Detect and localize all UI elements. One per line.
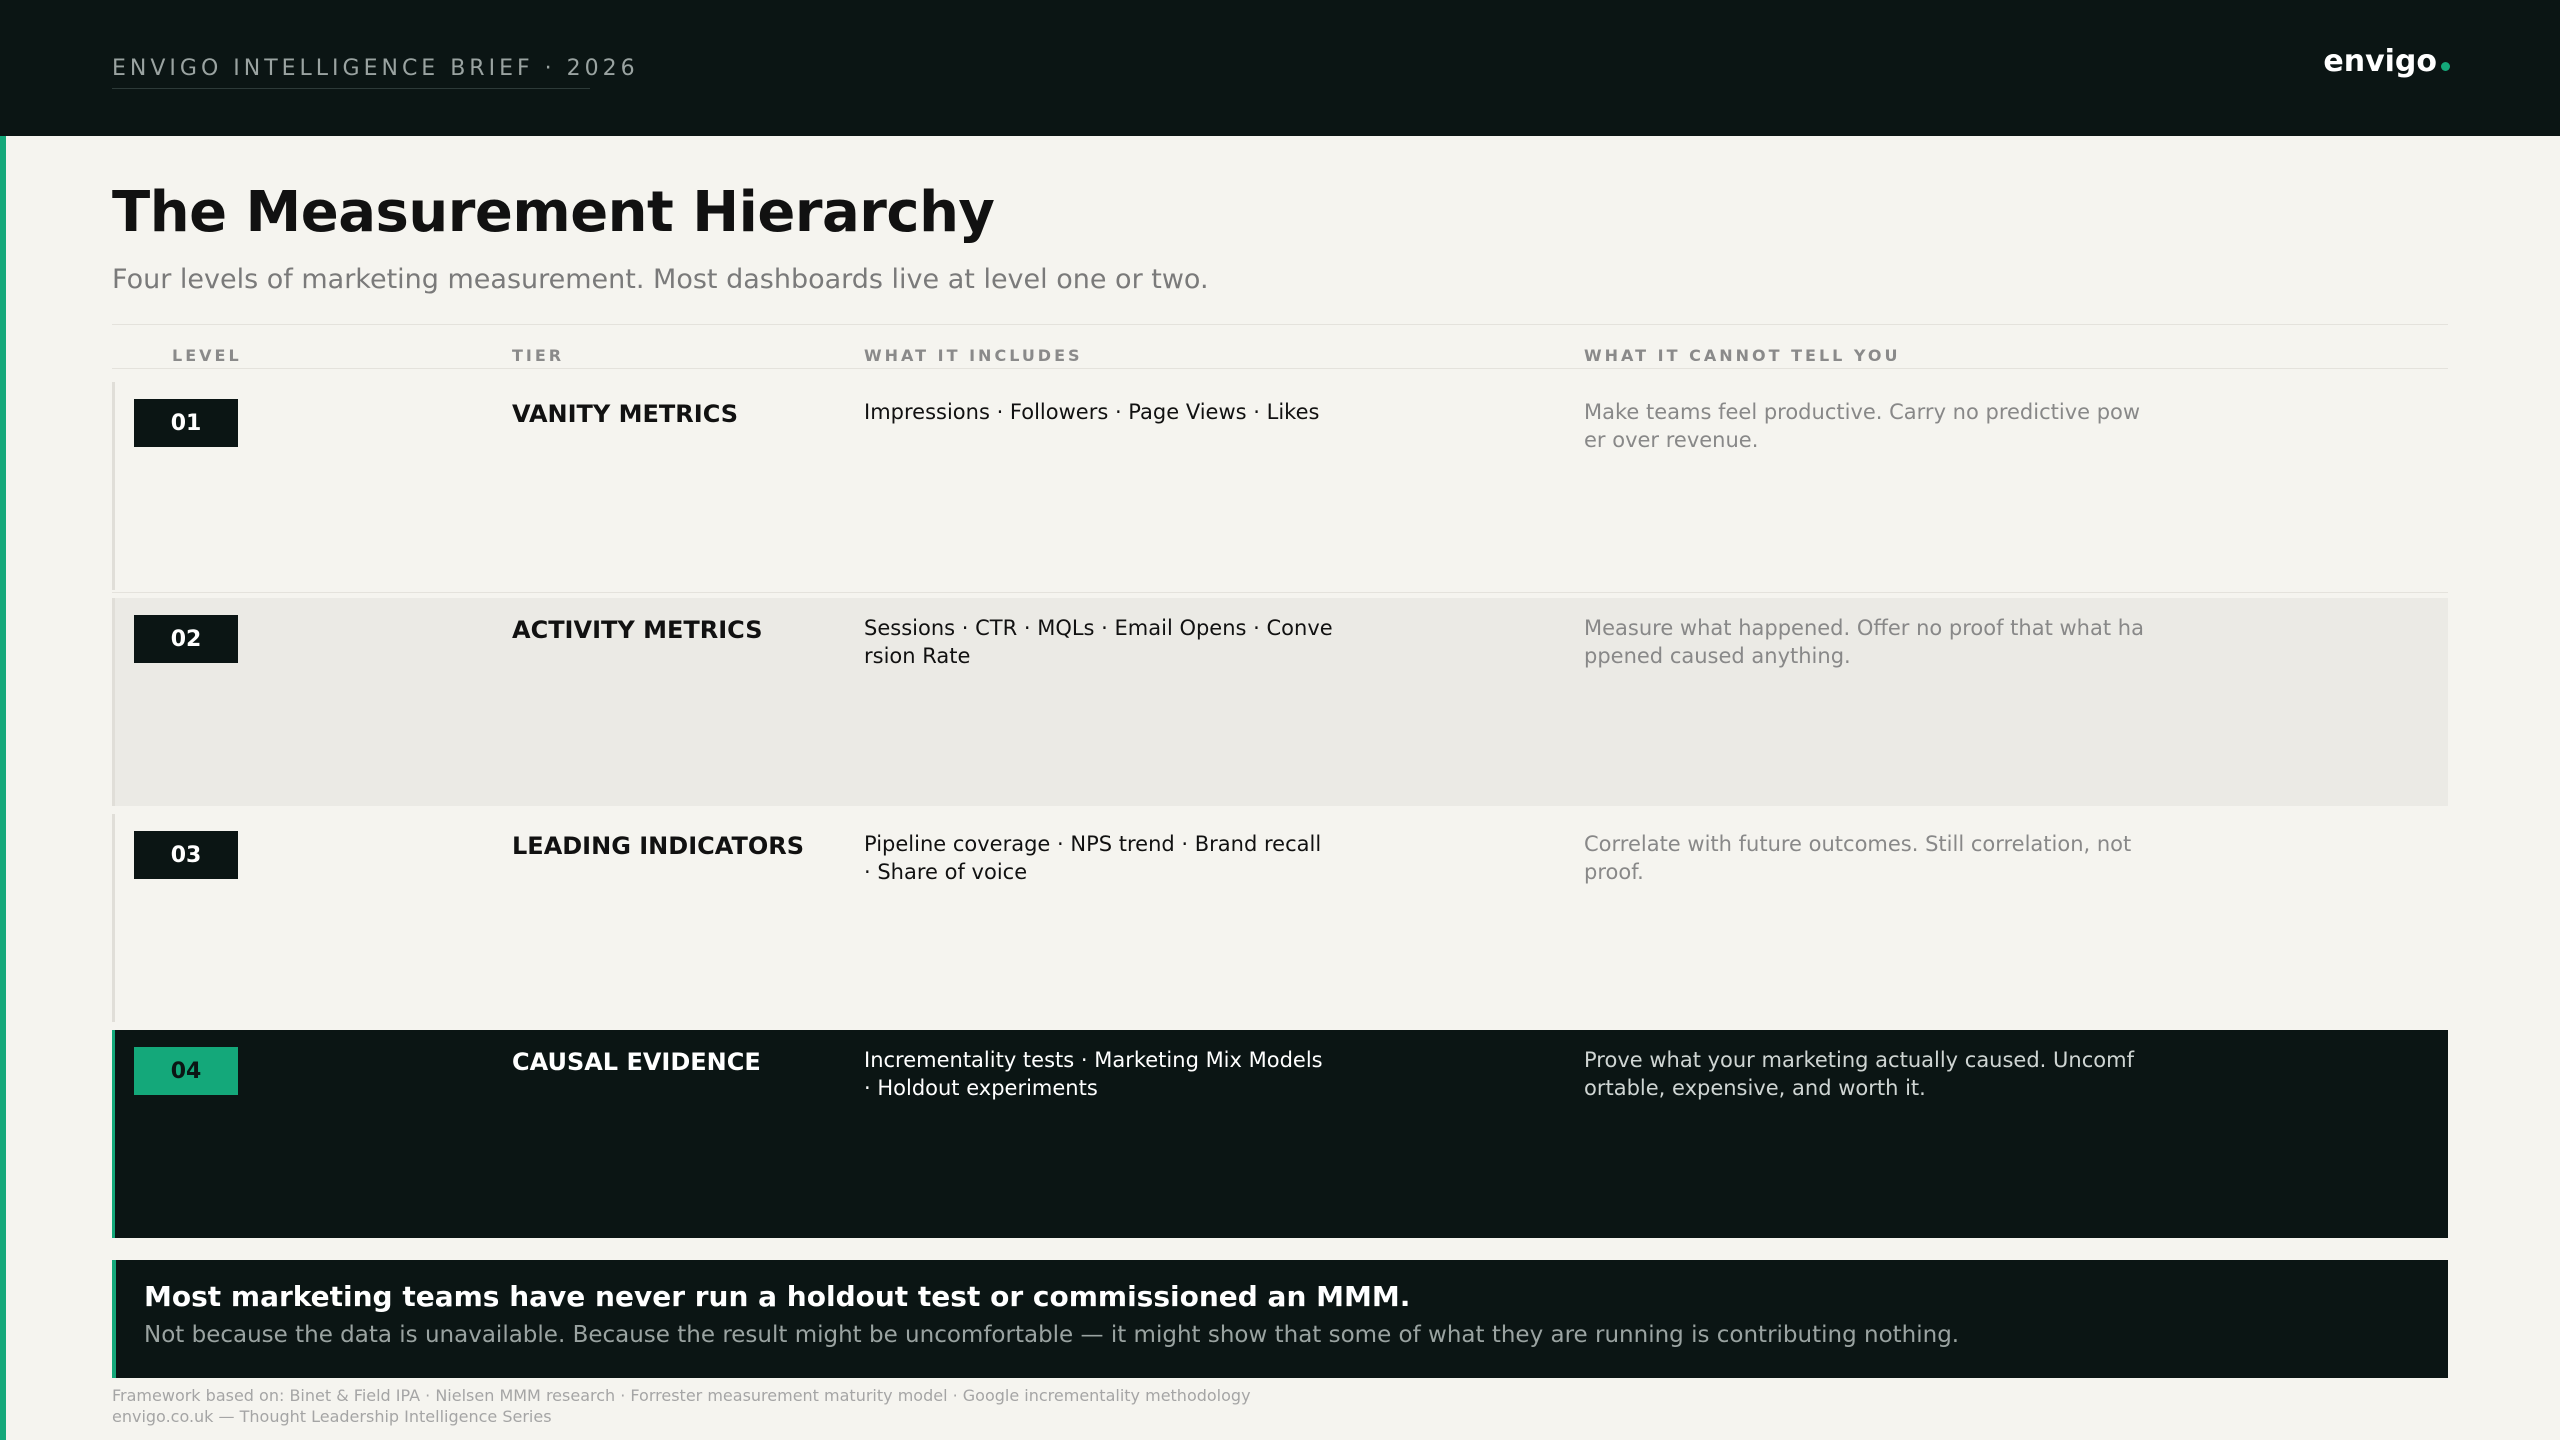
- level-badge: 03: [134, 831, 238, 879]
- row-left-line: [112, 598, 115, 806]
- column-header-level: LEVEL: [172, 346, 242, 365]
- includes-text: Impressions · Followers · Page Views · L…: [864, 400, 1320, 424]
- page-subtitle: Four levels of marketing measurement. Mo…: [112, 264, 1209, 295]
- table-row: 04 CAUSAL EVIDENCE Incrementality tests …: [112, 1030, 2448, 1238]
- table-row: 01 VANITY METRICS Impressions · Follower…: [112, 382, 2448, 590]
- tier-name: LEADING INDICATORS: [512, 832, 804, 860]
- logo-dot-icon: [2441, 62, 2450, 71]
- footer-sources: Framework based on: Binet & Field IPA · …: [112, 1386, 1251, 1405]
- divider-header: [112, 368, 2448, 369]
- callout-left-line: [112, 1260, 116, 1378]
- divider-top: [112, 324, 2448, 325]
- divider-row: [112, 592, 2448, 593]
- cannot-text: Make teams feel productive. Carry no pre…: [1584, 400, 2141, 452]
- level-badge: 04: [134, 1047, 238, 1095]
- includes-text: Sessions · CTR · MQLs · Email Opens · Co…: [864, 616, 1333, 668]
- brief-underline: [112, 88, 590, 89]
- cannot-text: Correlate with future outcomes. Still co…: [1584, 832, 2132, 884]
- brief-label: ENVIGO INTELLIGENCE BRIEF · 2026: [112, 56, 639, 81]
- column-header-tier: TIER: [512, 346, 565, 365]
- tier-name: ACTIVITY METRICS: [512, 616, 763, 644]
- tier-name: CAUSAL EVIDENCE: [512, 1048, 761, 1076]
- footer-credit: envigo.co.uk — Thought Leadership Intell…: [112, 1407, 552, 1426]
- column-header-cannot: WHAT IT CANNOT TELL YOU: [1584, 346, 1901, 365]
- callout-box: Most marketing teams have never run a ho…: [112, 1260, 2448, 1378]
- cannot-text: Prove what your marketing actually cause…: [1584, 1048, 2134, 1100]
- page-title: The Measurement Hierarchy: [112, 180, 995, 245]
- includes-text: Pipeline coverage · NPS trend · Brand re…: [864, 832, 1322, 884]
- includes-text: Incrementality tests · Marketing Mix Mod…: [864, 1048, 1323, 1100]
- callout-subtitle: Not because the data is unavailable. Bec…: [144, 1322, 1960, 1348]
- left-accent-bar: [0, 0, 6, 1440]
- callout-title: Most marketing teams have never run a ho…: [144, 1280, 1411, 1313]
- logo-text: envigo: [2323, 44, 2437, 79]
- table-row: 02 ACTIVITY METRICS Sessions · CTR · MQL…: [112, 598, 2448, 806]
- row-left-line: [112, 1030, 115, 1238]
- level-badge: 01: [134, 399, 238, 447]
- tier-name: VANITY METRICS: [512, 400, 739, 428]
- cannot-text: Measure what happened. Offer no proof th…: [1584, 616, 2144, 668]
- level-badge: 02: [134, 615, 238, 663]
- row-left-line: [112, 814, 115, 1022]
- row-left-line: [112, 382, 115, 590]
- top-header-bar: ENVIGO INTELLIGENCE BRIEF · 2026 envigo: [0, 0, 2560, 136]
- table-row: 03 LEADING INDICATORS Pipeline coverage …: [112, 814, 2448, 1022]
- column-header-includes: WHAT IT INCLUDES: [864, 346, 1083, 365]
- logo: envigo: [2323, 44, 2450, 79]
